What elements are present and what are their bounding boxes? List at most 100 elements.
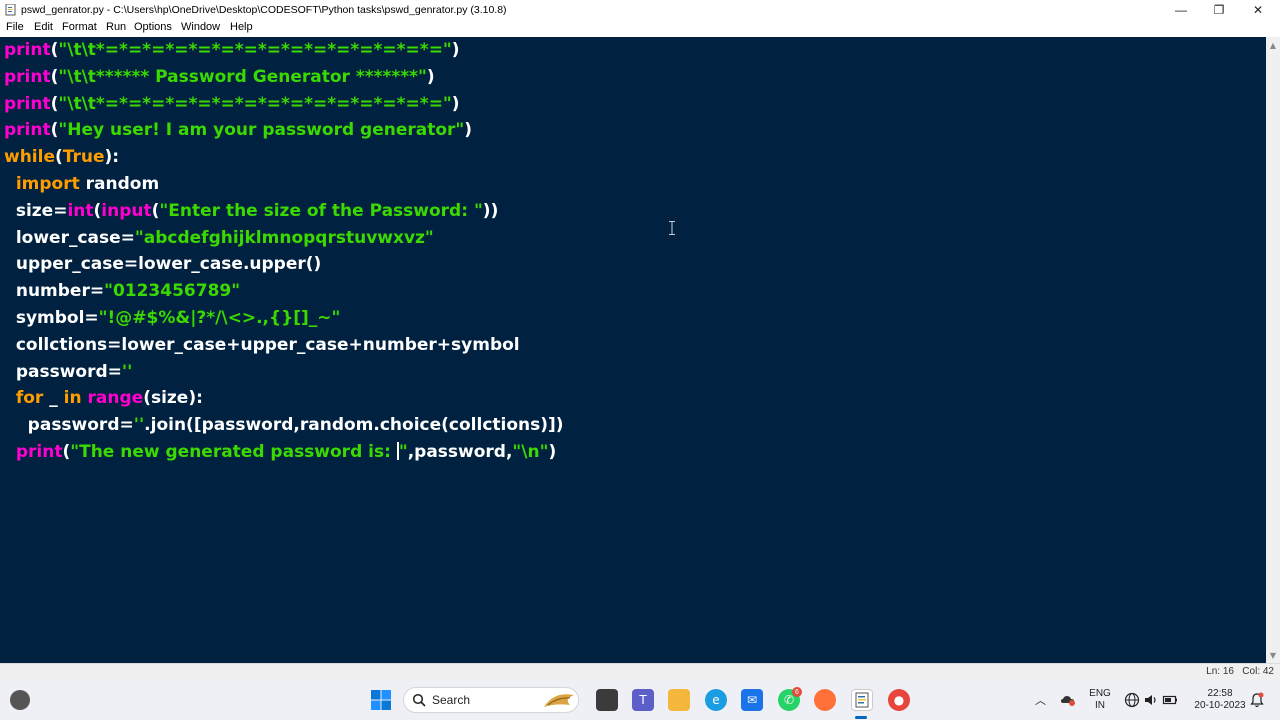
menu-edit[interactable]: Edit: [34, 21, 53, 33]
code-line[interactable]: lower_case="abcdefghijklmnopqrstuvwxvz": [4, 226, 434, 250]
code-token: print: [4, 93, 51, 114]
menu-bar: File Edit Format Run Options Window Help: [0, 20, 1280, 37]
clock-date: 20-10-2023: [1194, 700, 1246, 711]
menu-run[interactable]: Run: [106, 21, 126, 33]
code-line[interactable]: password=''.join([password,random.choice…: [4, 413, 564, 437]
chrome-icon[interactable]: ●: [888, 689, 910, 711]
code-token: _: [43, 388, 64, 409]
code-token: size=: [4, 200, 68, 221]
maximize-button[interactable]: ❐: [1200, 0, 1238, 20]
code-token: while: [4, 147, 55, 168]
windows-start-icon[interactable]: [370, 689, 392, 711]
document-icon: [855, 692, 869, 708]
scroll-down-arrow-icon[interactable]: ▼: [1266, 649, 1280, 661]
menu-window[interactable]: Window: [181, 21, 220, 33]
code-line[interactable]: symbol="!@#$%&|?*/\<>.,{}[]_~": [4, 306, 341, 330]
code-token: import: [15, 174, 80, 194]
scroll-up-arrow-icon[interactable]: ▲: [1266, 39, 1280, 51]
notification-badge: 6: [792, 687, 802, 697]
code-token: upper_case=lower_case.upper(): [4, 254, 322, 275]
code-token: ): [451, 40, 460, 60]
code-token: (size):: [143, 388, 203, 409]
language-indicator[interactable]: ENG IN: [1088, 688, 1112, 712]
code-token: range: [87, 388, 144, 409]
window-title-bar: pswd_genrator.py - C:\Users\hp\OneDrive\…: [0, 0, 1280, 20]
code-token: print: [4, 40, 51, 60]
language-code: ENG: [1089, 688, 1111, 699]
mail-icon[interactable]: ✉: [741, 689, 763, 711]
search-label: Search: [432, 693, 471, 707]
vertical-scrollbar[interactable]: ▲ ▼: [1266, 37, 1280, 663]
code-token: "!@#$%&|?*/\<>.,{}[]_~": [98, 308, 341, 328]
code-line[interactable]: import random: [4, 172, 159, 196]
battery-icon[interactable]: [1162, 692, 1178, 708]
code-token: "\t\t*=*=*=*=*=*=*=*=*=*=*=*=*=*=*=": [58, 93, 452, 114]
code-editor[interactable]: print("\t\t*=*=*=*=*=*=*=*=*=*=*=*=*=*=*…: [0, 37, 1266, 663]
clock-time: 22:58: [1207, 688, 1233, 699]
edge-icon[interactable]: e: [705, 689, 727, 711]
code-token: random: [79, 174, 160, 194]
idle-editor-icon[interactable]: [851, 689, 873, 711]
minimize-button[interactable]: —: [1162, 0, 1200, 20]
code-token: ):: [104, 147, 120, 168]
task-view-icon[interactable]: [596, 689, 618, 711]
code-token: print: [4, 66, 51, 87]
code-token: ": [398, 442, 408, 462]
window-title: pswd_genrator.py - C:\Users\hp\OneDrive\…: [21, 4, 507, 16]
code-token: "\t\t****** Password Generator *******": [58, 66, 427, 87]
teams-icon[interactable]: T: [632, 689, 654, 711]
onedrive-icon[interactable]: [1060, 692, 1076, 706]
weather-widget-icon[interactable]: [10, 690, 30, 710]
menu-format[interactable]: Format: [62, 21, 97, 33]
code-token: "The new generated password is:: [70, 442, 397, 462]
code-token: (: [55, 147, 63, 168]
code-token: password=: [4, 361, 122, 382]
code-line[interactable]: print("Hey user! I am your password gene…: [4, 118, 472, 142]
code-token: ,password,: [407, 442, 513, 462]
code-token: input: [101, 200, 152, 221]
code-token: "\t\t*=*=*=*=*=*=*=*=*=*=*=*=*=*=*=": [58, 40, 452, 60]
tray-overflow-chevron-icon[interactable]: ︿: [1035, 692, 1046, 708]
cursor-position: Ln: 16 Col: 42: [1206, 666, 1274, 677]
code-token: number=: [4, 281, 105, 302]
code-line[interactable]: size=int(input("Enter the size of the Pa…: [4, 199, 499, 223]
code-line[interactable]: print("The new generated password is: ",…: [4, 440, 556, 464]
code-line[interactable]: print("\t\t****** Password Generator ***…: [4, 65, 435, 89]
code-line[interactable]: upper_case=lower_case.upper(): [4, 252, 321, 276]
status-bar: Ln: 16 Col: 42: [0, 663, 1280, 680]
code-line[interactable]: print("\t\t*=*=*=*=*=*=*=*=*=*=*=*=*=*=*…: [4, 38, 460, 62]
code-line[interactable]: print("\t\t*=*=*=*=*=*=*=*=*=*=*=*=*=*=*…: [4, 92, 460, 116]
active-app-indicator: [855, 716, 867, 719]
firefox-icon[interactable]: [814, 689, 836, 711]
close-button[interactable]: ✕: [1239, 0, 1277, 20]
menu-options[interactable]: Options: [134, 21, 172, 33]
file-explorer-icon[interactable]: [668, 689, 690, 711]
code-token: ): [426, 66, 435, 87]
globe-icon[interactable]: [1124, 692, 1140, 708]
code-token: "Enter the size of the Password: ": [159, 200, 483, 221]
code-token: "0123456789": [104, 281, 241, 302]
notification-bell-icon[interactable]: [1250, 692, 1264, 708]
ibeam-cursor-icon: [669, 221, 675, 235]
code-token: '': [133, 415, 145, 436]
code-line[interactable]: number="0123456789": [4, 279, 240, 303]
code-token: print: [4, 120, 51, 141]
code-token: print: [15, 442, 63, 462]
code-line[interactable]: password='': [4, 360, 133, 384]
code-token: collctions=lower_case+upper_case+number+…: [4, 334, 520, 355]
code-line[interactable]: for _ in range(size):: [4, 386, 203, 410]
code-token: '': [121, 361, 133, 382]
code-token: for: [15, 388, 44, 409]
code-line[interactable]: collctions=lower_case+upper_case+number+…: [4, 333, 520, 357]
code-token: symbol=: [4, 308, 99, 328]
speaker-icon[interactable]: [1143, 692, 1159, 708]
menu-file[interactable]: File: [6, 21, 24, 33]
python-idle-icon: [5, 4, 16, 16]
system-clock[interactable]: 22:58 20-10-2023: [1192, 688, 1248, 712]
code-line[interactable]: while(True):: [4, 145, 119, 169]
menu-help[interactable]: Help: [230, 21, 253, 33]
code-token: lower_case=: [4, 227, 135, 248]
